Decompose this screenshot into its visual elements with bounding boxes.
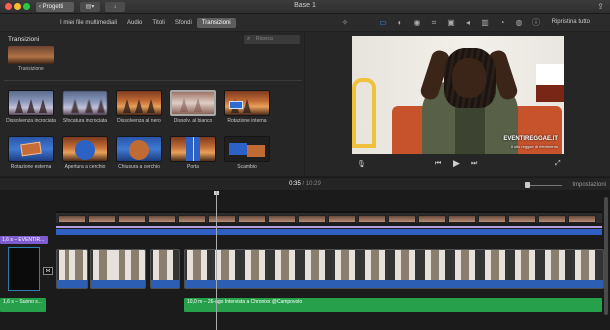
transition-thumbnail [8,136,54,162]
transition-circle-open[interactable]: Apertura a cerchio [62,136,110,170]
transition-label: Rotazione esterna [10,164,52,170]
viewer: EVENTIREGGAE.IT il sito reggae di riferi… [305,32,610,176]
play-icon[interactable]: ▶ [453,158,460,169]
transition-label: Porta [187,164,199,170]
watermark-logo: EVENTIREGGAE.IT [503,136,558,142]
divider [4,80,302,81]
transitions-browser: Transizioni ⌕ Ricerca Transizione Dissol… [0,32,304,176]
transition-thumbnail [62,136,108,162]
transition-label: Dissolv. al bianco [173,118,213,124]
microphone-icon[interactable]: 🎙︎ [357,160,366,168]
transition-label: Apertura a cerchio [64,164,106,170]
title-clip-line [56,226,602,228]
transition-thumbnail [116,136,162,162]
video-overlay-icon[interactable]: ▭ [378,18,388,28]
skip-forward-icon[interactable]: ⏭︎ [471,160,477,168]
transition-cross-blur[interactable]: Sfocatura incrociata [62,90,110,124]
speed-icon[interactable]: ◔ [497,18,507,28]
transition-label: Dissolvenza al nero [117,118,161,124]
playhead[interactable] [216,191,217,330]
transition-thumbnail [8,90,54,116]
skip-back-icon[interactable]: ⏮︎ [435,160,441,168]
video-preview[interactable]: EVENTIREGGAE.IT il sito reggae di riferi… [352,36,564,154]
title-clip-track[interactable] [56,211,602,223]
tab-titles[interactable]: Titoli [147,18,169,28]
vertical-scrollbar[interactable] [604,197,608,315]
video-clip[interactable] [150,249,180,289]
watermark-tagline: il sito reggae di riferimento [511,144,558,149]
transition-label: Dissolvenza incrociata [6,118,56,124]
time-strip: 0:35 / 10:29 Impostazioni [0,177,610,191]
transition-spin-in[interactable]: Rotazione interna [224,90,272,124]
transition-cross-dissolve[interactable]: Dissolvenza incrociata [6,90,56,124]
transition-marker[interactable]: ⋈ [43,267,53,275]
filter-icon[interactable]: ◍ [514,18,524,28]
volume-icon[interactable]: ◂ [463,18,473,28]
share-icon[interactable]: ⇪ [597,2,604,11]
video-clip[interactable] [90,249,146,289]
noise-reduction-icon[interactable]: ▥ [480,18,490,28]
transition-thumbnail [62,90,108,116]
transition-spin-out[interactable]: Rotazione esterna [8,136,56,170]
settings-button[interactable]: Impostazioni [572,182,606,188]
color-correction-icon[interactable]: ◉ [412,18,422,28]
transition-thumbnail[interactable] [8,46,54,64]
transition-thumbnail [170,136,216,162]
search-icon: ⌕ [247,36,251,42]
transition-fade-to-white[interactable]: Dissolv. al bianco [170,90,218,124]
transition-label: Scambio [237,164,257,170]
head [452,58,486,98]
timeline[interactable]: 1,6 s – EVENTIR... ⋈ 1,6 s – Suono s... … [0,191,610,330]
chair [352,78,376,148]
current-time: 0:35 [289,181,301,187]
transition-thumbnail-selected [170,90,216,116]
transition-circle-close[interactable]: Chiusura a cerchio [116,136,164,170]
info-icon[interactable]: ⓘ [531,18,541,28]
background-music-clip[interactable]: 10,0 m – 26-ago Intervista a Chronixx @C… [184,298,602,312]
stabilization-icon[interactable]: ▣ [446,18,456,28]
video-clip[interactable] [184,249,604,289]
zoom-slider[interactable] [528,185,562,186]
crop-icon[interactable]: ⌗ [429,18,439,28]
search-input[interactable]: ⌕ Ricerca [244,35,300,44]
poster [536,64,564,102]
transition-label: Rotazione interna [227,118,267,124]
transition-fade-to-black[interactable]: Dissolvenza al nero [116,90,164,124]
video-overlay-bar[interactable] [56,229,602,235]
fullscreen-icon[interactable]: ⤢ [555,160,561,168]
transition-doorway[interactable]: Porta [170,136,218,170]
video-clip[interactable] [56,249,88,289]
total-time: 10:29 [305,181,321,187]
title-bar: ‹ Progetti ▤▾ ↓ Base 1 ⇪ [0,0,610,14]
search-placeholder: Ricerca [256,36,273,42]
timecode: 0:35 / 10:29 [289,181,321,187]
transition-label: Chiusura a cerchio [118,164,160,170]
reset-all-button[interactable]: Ripristina tutto [552,19,590,25]
tab-my-media[interactable]: I miei file multimediali [55,18,122,28]
transition-thumbnail [224,90,270,116]
transition-thumbnail [116,90,162,116]
color-balance-icon[interactable]: ◐ [395,18,405,28]
transition-thumbnail [224,136,270,162]
toolbar: I miei file multimediali Audio Titoli Sf… [0,14,610,32]
browser-tabs: I miei file multimediali Audio Titoli Sf… [55,18,236,28]
black-clip[interactable] [8,247,40,291]
transition-label: Transizione [18,66,44,72]
tab-transitions[interactable]: Transizioni [196,18,236,28]
magic-wand-icon[interactable]: ✧ [340,18,350,28]
zoom-slider-knob[interactable] [525,182,530,188]
window-title: Base 1 [294,2,316,9]
transition-swap[interactable]: Scambio [224,136,272,170]
tab-backgrounds[interactable]: Sfondi [170,18,197,28]
tab-audio[interactable]: Audio [122,18,147,28]
audio-clip[interactable]: 1,6 s – Suono s... [0,298,46,312]
browser-title: Transizioni [8,36,40,43]
title-clip[interactable]: 1,6 s – EVENTIR... [0,236,48,244]
transition-label: Sfocatura incrociata [62,118,108,124]
